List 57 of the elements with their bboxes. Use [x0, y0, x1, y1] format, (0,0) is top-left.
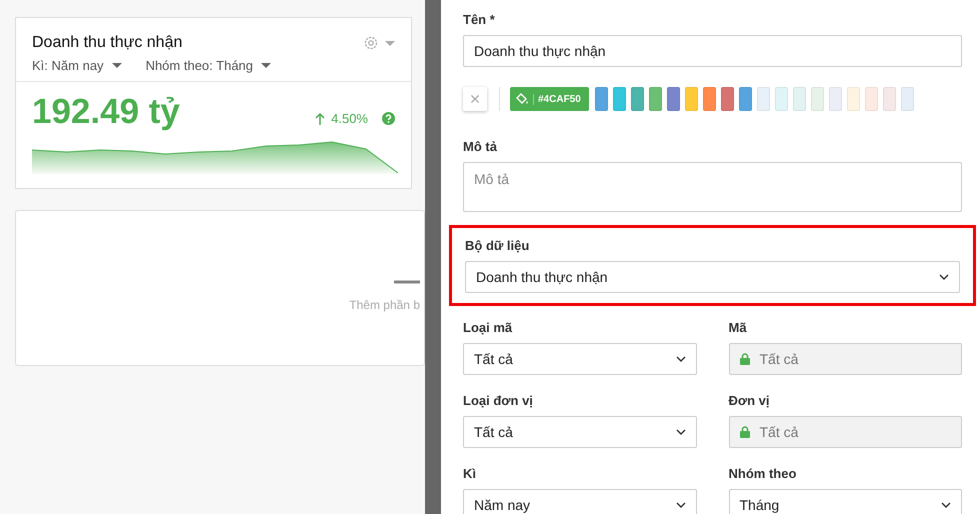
dataset-select[interactable]: Doanh thu thực nhận [465, 261, 960, 293]
select-field[interactable]: Tất cả [463, 343, 696, 375]
color-swatch[interactable] [666, 87, 680, 111]
color-swatch[interactable] [684, 87, 698, 111]
color-swatch[interactable] [738, 87, 752, 111]
chevron-down-icon [676, 502, 686, 508]
color-swatch[interactable] [792, 87, 806, 111]
trend-percent: 4.50% [331, 111, 368, 126]
color-swatch[interactable] [702, 87, 716, 111]
color-swatch[interactable] [828, 87, 842, 111]
field-label: Nhóm theo [728, 466, 798, 481]
field-label: Loại đơn vị [463, 393, 534, 408]
color-swatch[interactable] [756, 87, 770, 111]
field-label: Mô tả [463, 139, 498, 154]
chevron-down-icon [676, 429, 686, 435]
dropdown-arrow-icon [112, 63, 122, 68]
arrow-up-icon [315, 112, 326, 124]
locked-field: Tất cả [728, 343, 962, 375]
add-section-hint: Thêm phần b [349, 298, 420, 312]
color-swatch[interactable] [900, 87, 914, 111]
color-swatch[interactable] [612, 87, 626, 111]
color-swatch[interactable] [630, 87, 644, 111]
name-input-field[interactable]: Doanh thu thực nhận [463, 35, 962, 67]
paint-bucket-icon [516, 93, 529, 105]
field-label: Tên * [463, 12, 496, 27]
settings-icon[interactable] [363, 35, 379, 51]
color-swatch[interactable] [774, 87, 788, 111]
field-label: Bộ dữ liệu [465, 238, 530, 253]
color-swatch[interactable] [720, 87, 734, 111]
select-field[interactable]: Năm nay [463, 489, 696, 514]
chevron-down-icon [676, 356, 686, 362]
field-label: Kì [463, 466, 477, 481]
color-swatch[interactable] [882, 87, 896, 111]
help-icon[interactable] [382, 112, 395, 125]
color-swatch[interactable] [648, 87, 662, 111]
select-field[interactable]: Tất cả [463, 416, 696, 448]
chevron-down-icon [939, 274, 949, 280]
color-swatch[interactable] [594, 87, 608, 111]
description-field[interactable]: Mô tả [463, 162, 962, 212]
select-field[interactable]: Tháng [728, 489, 962, 514]
color-swatch[interactable] [846, 87, 860, 111]
dropdown-arrow-icon [261, 63, 272, 68]
filter-dropdown[interactable]: Nhóm theo: Tháng [146, 58, 272, 73]
field-label: Mã [728, 320, 748, 335]
chevron-down-icon [941, 502, 951, 508]
metric-value: 192.49 tỷ [32, 92, 180, 132]
filter-dropdown[interactable]: Kì: Năm nay [32, 58, 122, 73]
lock-icon [740, 353, 750, 365]
field-label: Loại mã [463, 320, 514, 335]
color-swatch[interactable] [864, 87, 878, 111]
plus-icon[interactable] [394, 280, 420, 284]
field-label: Đơn vị [728, 393, 771, 408]
locked-field: Tất cả [728, 416, 962, 448]
lock-icon [740, 426, 750, 438]
widget-title: Doanh thu thực nhận [32, 34, 182, 52]
color-swatch[interactable] [810, 87, 824, 111]
dropdown-arrow-icon[interactable] [385, 40, 395, 46]
